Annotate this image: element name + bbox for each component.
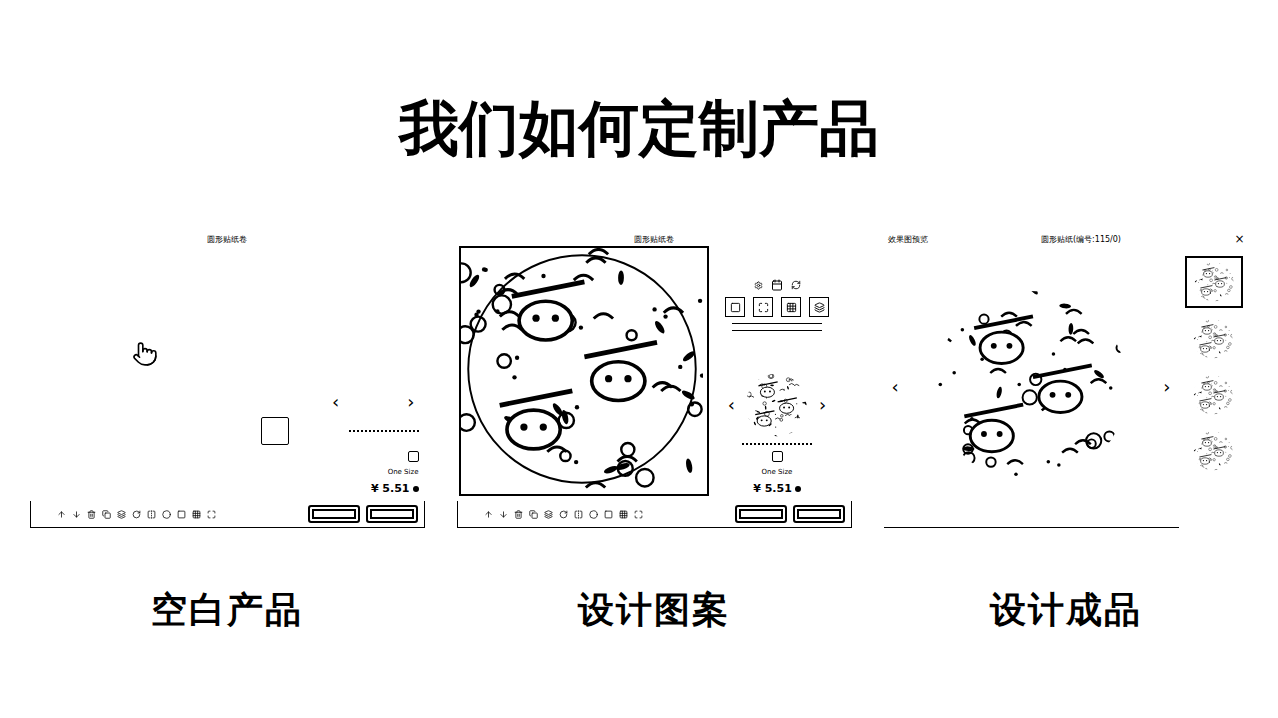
field-line[interactable] <box>732 323 822 324</box>
calendar-icon[interactable] <box>771 279 783 291</box>
tool-icon[interactable] <box>192 510 201 519</box>
price-dot <box>413 486 419 492</box>
pointer-icon <box>132 341 158 367</box>
product-preview <box>933 289 1129 485</box>
layout-tool[interactable] <box>725 297 745 317</box>
design-panel: 圆形贴纸卷 ‹ › One Size ¥ 5.51 <box>457 232 852 528</box>
next-arrow[interactable]: › <box>1159 378 1174 396</box>
dots <box>349 430 419 432</box>
tool-icon[interactable] <box>514 510 523 519</box>
price-dot <box>795 486 801 492</box>
confirm-button[interactable] <box>793 505 845 523</box>
tool-icon[interactable] <box>574 510 583 519</box>
slide: 我们如何定制产品圆形贴纸卷 ‹ › One Size ¥ 5.51 空白产品 圆形贴纸卷 ‹ ›… <box>0 0 1278 718</box>
size-label: One Size <box>388 468 419 476</box>
layout-icon <box>730 302 741 313</box>
tool-icon[interactable] <box>499 510 508 519</box>
thumbnail-box[interactable] <box>261 417 289 445</box>
thumbnail[interactable] <box>1185 314 1241 364</box>
field-line[interactable] <box>732 330 822 331</box>
preview-thumb <box>745 373 809 437</box>
tool-icon[interactable] <box>57 510 66 519</box>
design-canvas[interactable] <box>459 246 709 496</box>
tool-icon[interactable] <box>147 510 156 519</box>
tool-icon[interactable] <box>207 510 216 519</box>
layout-tool[interactable] <box>753 297 773 317</box>
tool-icon[interactable] <box>117 510 126 519</box>
layout-icon <box>786 302 797 313</box>
tool-icon[interactable] <box>529 510 538 519</box>
next-arrow[interactable]: › <box>403 393 418 411</box>
thumbnail[interactable] <box>1185 370 1241 420</box>
toolbar <box>57 510 216 519</box>
step-column: 圆形贴纸卷 ‹ › One Size ¥ 5.51 设计图案 <box>457 232 852 635</box>
thumb-0 <box>1194 262 1234 302</box>
panel-header: 效果图预览圆形贴纸(编号:115/0)× <box>884 232 1249 246</box>
refresh-icon[interactable] <box>791 280 801 290</box>
tool-icon[interactable] <box>177 510 186 519</box>
tool-icon[interactable] <box>589 510 598 519</box>
tool-icon[interactable] <box>634 510 643 519</box>
next-arrow[interactable]: › <box>815 396 830 414</box>
checkbox[interactable] <box>408 451 419 462</box>
step-caption: 设计成品 <box>990 586 1142 635</box>
toolbar <box>484 510 643 519</box>
tool-icon[interactable] <box>132 510 141 519</box>
close-button[interactable]: × <box>1234 232 1244 246</box>
panel-footer <box>30 501 425 528</box>
tool-icon[interactable] <box>102 510 111 519</box>
step-column: 圆形贴纸卷 ‹ › One Size ¥ 5.51 空白产品 <box>30 232 425 635</box>
prev-arrow[interactable]: ‹ <box>328 393 343 411</box>
tool-icon[interactable] <box>619 510 628 519</box>
layout-tool[interactable] <box>809 297 829 317</box>
price: ¥ 5.51 <box>753 482 801 495</box>
price: ¥ 5.51 <box>371 482 419 495</box>
thumbnail[interactable] <box>1185 256 1243 308</box>
thumbnail[interactable] <box>1185 426 1241 476</box>
tool-icon[interactable] <box>544 510 553 519</box>
layout-icon <box>758 302 769 313</box>
checkbox[interactable] <box>772 451 783 462</box>
panel-header: 圆形贴纸卷 <box>457 232 852 246</box>
prev-arrow[interactable]: ‹ <box>724 396 739 414</box>
prev-arrow[interactable]: ‹ <box>888 378 903 396</box>
preview-panel: 效果图预览圆形贴纸(编号:115/0)× ‹ › <box>884 232 1249 528</box>
step-caption: 设计图案 <box>578 586 730 635</box>
dots <box>742 443 812 445</box>
size-label: One Size <box>762 468 793 476</box>
thumb-2 <box>1193 375 1233 415</box>
slide-title: 我们如何定制产品 <box>399 92 879 164</box>
settings-icon[interactable] <box>754 281 763 290</box>
tool-icon[interactable] <box>484 510 493 519</box>
panel-header: 圆形贴纸卷 <box>30 232 425 246</box>
thumbnail-list <box>1179 246 1249 528</box>
thumb-1 <box>1193 319 1233 359</box>
layout-icon <box>814 302 825 313</box>
confirm-button[interactable] <box>366 505 418 523</box>
step-column: 效果图预览圆形贴纸(编号:115/0)× ‹ › 设计成品 <box>884 232 1249 635</box>
step-caption: 空白产品 <box>151 586 303 635</box>
panel-footer <box>457 501 852 528</box>
design-pattern <box>461 248 703 490</box>
blank-product-panel: 圆形贴纸卷 ‹ › One Size ¥ 5.51 <box>30 232 425 528</box>
tool-icon[interactable] <box>604 510 613 519</box>
layout-tool[interactable] <box>781 297 801 317</box>
thumb-3 <box>1193 431 1233 471</box>
tool-icon[interactable] <box>87 510 96 519</box>
tool-icon[interactable] <box>162 510 171 519</box>
tool-icon[interactable] <box>72 510 81 519</box>
tool-icon[interactable] <box>559 510 568 519</box>
cancel-button[interactable] <box>735 505 787 523</box>
cancel-button[interactable] <box>308 505 360 523</box>
